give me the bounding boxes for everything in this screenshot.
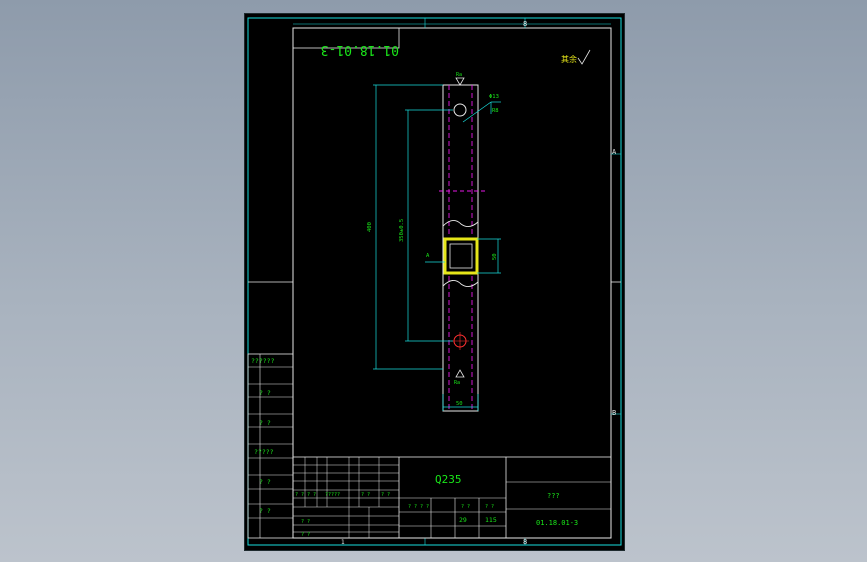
zone-label-top: 8 [523,20,527,28]
tb-cell-4: ? ? [381,492,390,498]
dim-hole-depth: R8 [492,108,499,114]
inner-frame [292,27,612,539]
section-label: A [426,253,430,259]
part-drawing: Ra Ra [439,72,485,412]
dim-hole: Φ13 [489,94,499,100]
dim-inner-height: 350±0.5 [399,219,405,242]
zone-label-a: A [612,148,617,156]
tb-lower-1: ? ? [301,532,310,538]
roughness-label: 其余 [561,54,577,64]
side-cell-1: ? ? [259,389,271,397]
bottom-finish: Ra [454,380,460,386]
side-cell-2: ? ? [259,419,271,427]
drawing-sheet: 8 A B 1 8 01.18.01-3 其余 ?????? ? ? ? ? ?… [244,13,625,551]
side-cell-0: ?????? [251,357,275,365]
side-table: ?????? ? ? ? ? ????? ? ? ? ? [247,353,294,539]
tb-lower-0: ? ? [301,519,310,525]
outer-border [247,17,622,546]
dimensions [373,84,501,411]
tb-cell-2: ????? [325,492,340,498]
tb-mid-0: ? ? ? ? [408,504,429,510]
title-cell: ??? [547,492,560,500]
part-number: 01.18.01-3 [536,519,578,527]
top-hole-icon [453,103,467,117]
dim-section-w: 50 [492,253,498,260]
material-label: Q235 [435,473,462,486]
tb-cell-0: ? ? [295,492,304,498]
title-block: ? ? ? ? ????? ? ? ? ? ? ? ? ? ? ? ? ? ? … [292,456,612,539]
side-cell-5: ? ? [259,507,271,515]
top-finish: Ra [456,72,462,78]
tb-cell-3: ? ? [361,492,370,498]
tb-mid-2: ? ? [485,504,494,510]
zone-label-b: B [612,409,616,417]
zone-label-bottom-1: 1 [341,539,345,546]
dim-overall-height: 400 [367,222,373,232]
dim-width: 50 [456,401,463,407]
tb-cell-1: ? ? [307,492,316,498]
weight-value: 115 [485,516,497,524]
zone-label-bottom-8: 8 [523,538,527,546]
count-value: 29 [459,516,467,524]
side-cell-4: ? ? [259,478,271,486]
roughness-icon [577,49,591,65]
mirrored-code: 01.18.01-3 [321,42,399,57]
drawing-canvas: 8 A B 1 8 01.18.01-3 其余 ?????? ? ? ? ? ?… [247,17,622,546]
tb-mid-1: ? ? [461,504,470,510]
side-cell-3: ????? [254,448,274,456]
